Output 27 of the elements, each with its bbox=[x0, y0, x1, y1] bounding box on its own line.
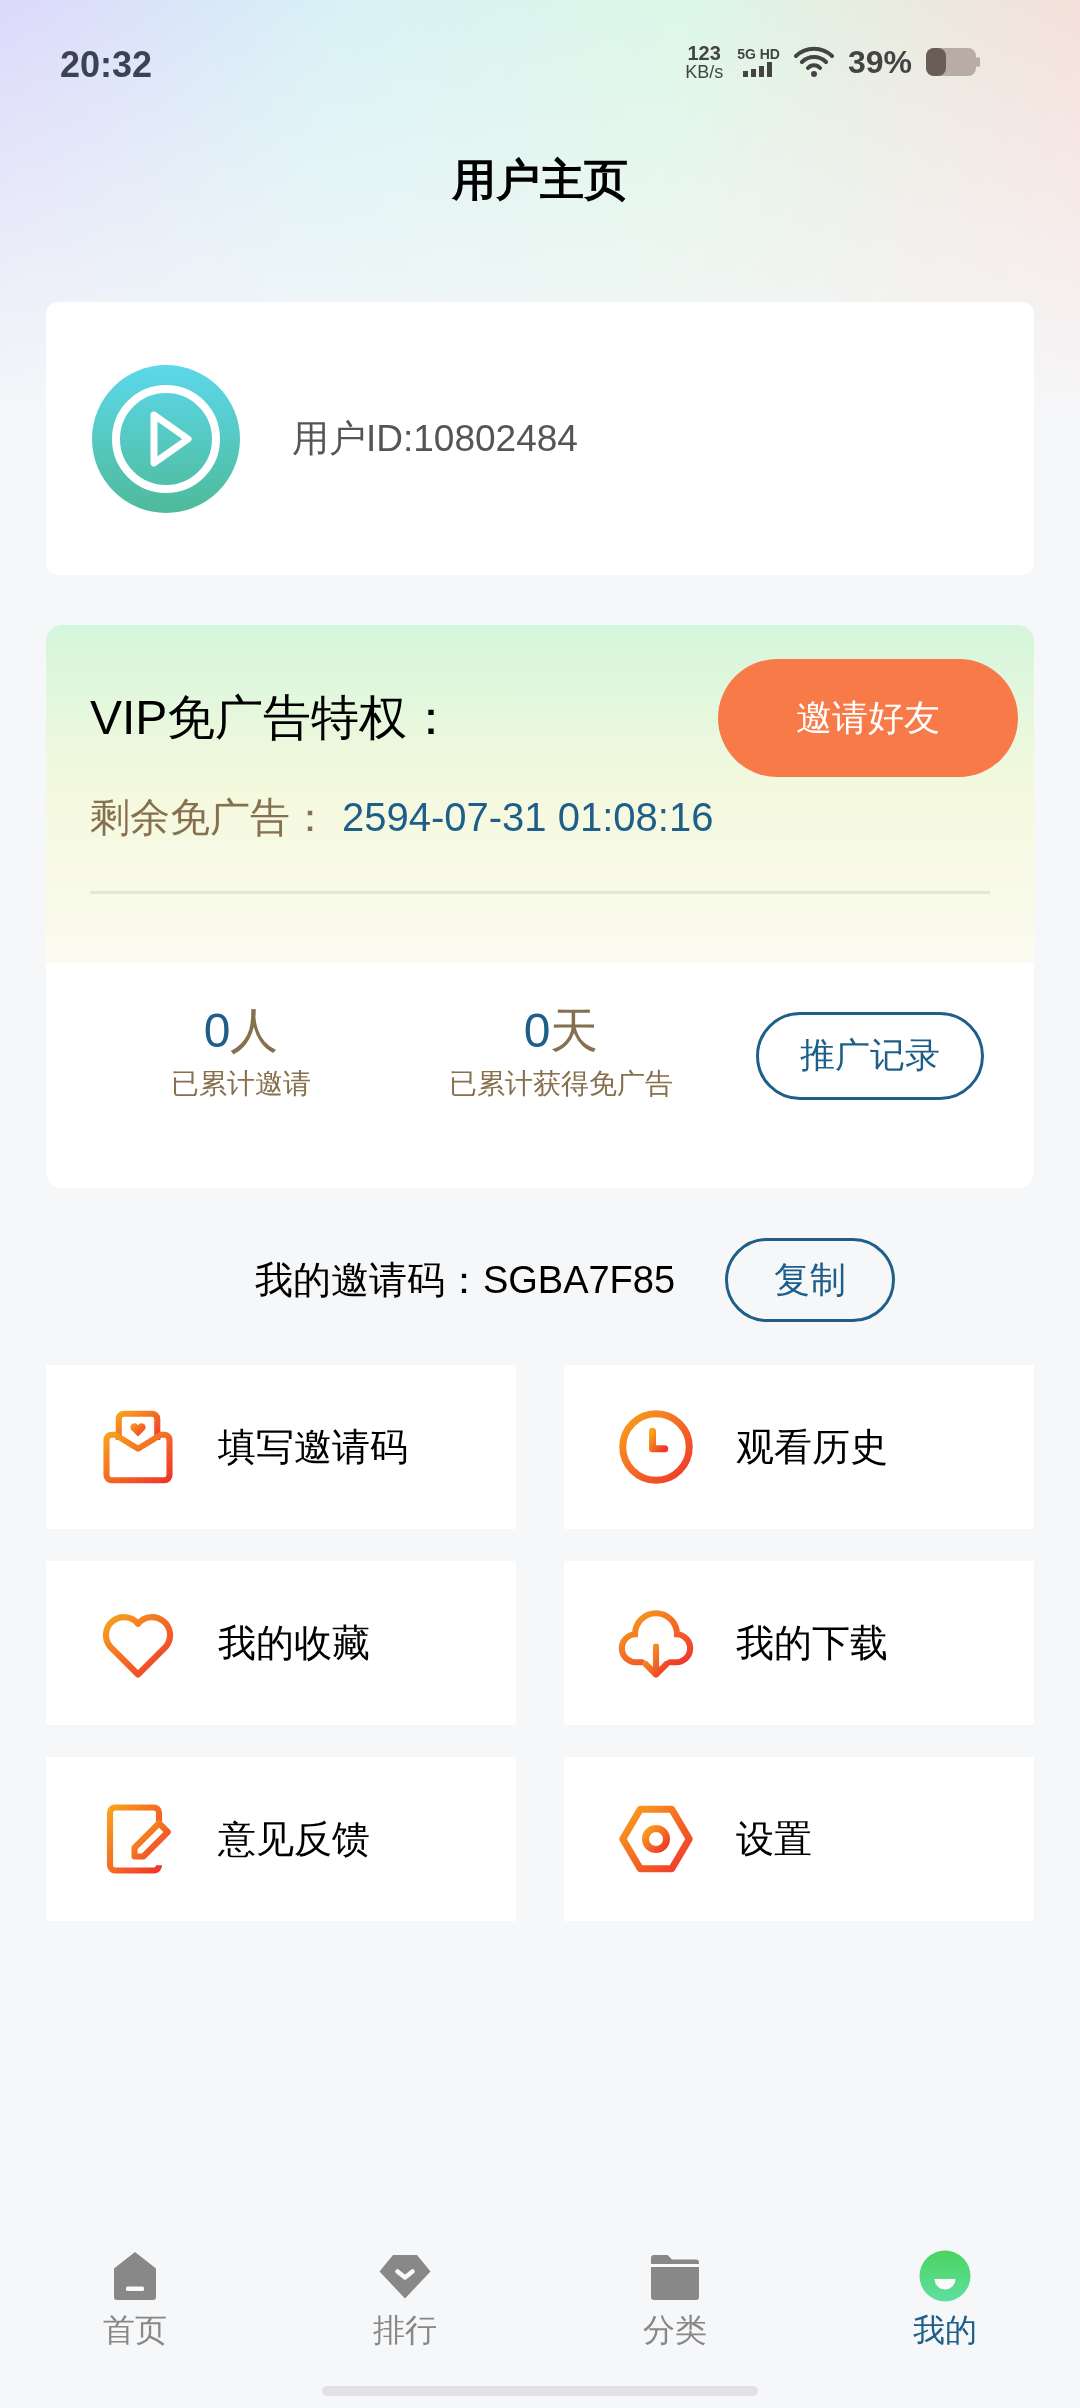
menu-item[interactable]: 设置 bbox=[564, 1757, 1034, 1921]
stat-label: 已累计邀请 bbox=[171, 1066, 311, 1101]
stat-label: 已累计获得免广告 bbox=[449, 1066, 673, 1101]
network-type: 5G HD bbox=[737, 47, 780, 61]
menu-item[interactable]: 填写邀请码 bbox=[46, 1365, 516, 1529]
net-speed-unit: KB/s bbox=[685, 63, 724, 81]
copy-button[interactable]: 复制 bbox=[725, 1238, 896, 1322]
user-id: 用户ID:10802484 bbox=[292, 416, 578, 461]
status-time: 20:32 bbox=[60, 43, 153, 87]
invite-code: 我的邀请码：SGBA7F85 bbox=[254, 1257, 676, 1303]
stat-value: 0人 bbox=[203, 1006, 279, 1055]
menu-item[interactable]: 意见反馈 bbox=[46, 1757, 516, 1921]
battery-percent: 39% bbox=[847, 43, 912, 82]
remaining-label: 剩余免广告： bbox=[90, 794, 330, 841]
remaining-time: 2594-07-31 01:08:16 bbox=[342, 794, 714, 841]
net-speed: 123 bbox=[687, 43, 721, 63]
vip-title: VIP免广告特权： bbox=[90, 690, 456, 746]
battery-icon bbox=[926, 48, 980, 76]
menu-item[interactable]: 观看历史 bbox=[564, 1365, 1034, 1529]
stat-value: 0天 bbox=[523, 1006, 599, 1055]
promotion-records-button[interactable]: 推广记录 bbox=[756, 1011, 984, 1100]
wifi-icon bbox=[793, 46, 834, 78]
page-title: 用户主页 bbox=[452, 154, 628, 206]
menu-item[interactable]: 我的收藏 bbox=[46, 1561, 516, 1725]
nav-tab[interactable]: 我的 bbox=[810, 2246, 1080, 2346]
avatar-play-icon bbox=[90, 362, 242, 515]
menu-item[interactable]: 我的下载 bbox=[564, 1561, 1034, 1725]
